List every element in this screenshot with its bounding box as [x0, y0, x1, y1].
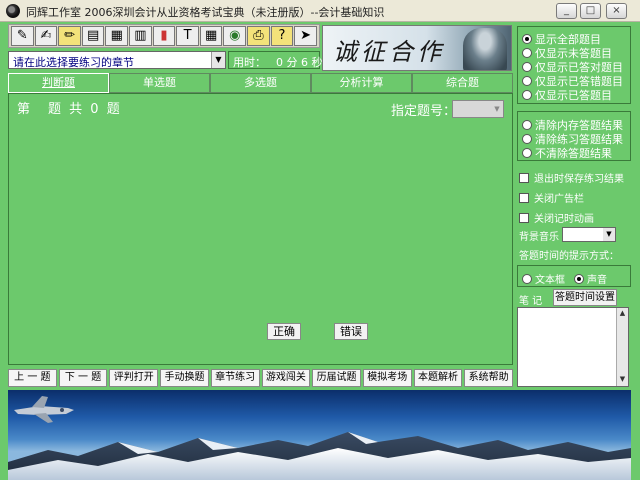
title-bar: 同辉工作室 2006深圳会计从业资格考试宝典（未注册版）--会计基础知识 _ □…: [0, 0, 640, 22]
question-middle: 题 共: [48, 102, 85, 117]
close-button[interactable]: ×: [606, 3, 627, 19]
chevron-down-icon[interactable]: ▼: [211, 52, 225, 68]
save-on-exit-checkbox[interactable]: 退出时保存练习结果: [519, 170, 624, 185]
rock-image: [463, 28, 507, 70]
system-help-button[interactable]: 系统帮助: [464, 369, 514, 387]
tab-comprehensive[interactable]: 综合题: [412, 73, 513, 93]
promo-text: 诚征合作: [333, 38, 445, 66]
tab-multiple-choice[interactable]: 多选题: [210, 73, 311, 93]
hint-sound-option[interactable]: 声音: [574, 271, 607, 286]
promo-banner: 诚征合作: [322, 25, 512, 71]
print-icon[interactable]: ⎙: [247, 26, 270, 46]
explanation-button[interactable]: 本题解析: [413, 369, 463, 387]
jet-icon: [14, 396, 74, 423]
radio[interactable]: [522, 48, 532, 58]
table-icon[interactable]: ▦: [199, 26, 223, 46]
radio-selected[interactable]: [522, 34, 532, 44]
toolbar: ✎ ✍ ✏ ▤ ▦ ▥ ▮ T ▦ ◉ ⎙ ? ➤: [8, 24, 320, 48]
radio-selected[interactable]: [574, 273, 584, 284]
chapter-select[interactable]: 请在此选择要练习的章节 ▼: [8, 51, 226, 69]
question-count: 0: [90, 102, 101, 117]
past-exams-button[interactable]: 历届试题: [312, 369, 361, 387]
tab-analysis[interactable]: 分析计算: [311, 73, 412, 93]
assign-number-select[interactable]: ▼: [452, 100, 504, 118]
note-scrollbar[interactable]: ▲ ▼: [616, 308, 628, 386]
chevron-down-icon[interactable]: ▼: [491, 101, 503, 117]
checkbox[interactable]: [519, 212, 529, 223]
help-icon[interactable]: ?: [270, 26, 294, 46]
question-type-tabs: 判断题 单选题 多选题 分析计算 综合题: [8, 73, 513, 93]
music-select[interactable]: ▼: [562, 227, 616, 242]
game-mode-button[interactable]: 游戏闯关: [261, 369, 311, 387]
clear-group: 清除内存答题结果 清除练习答题结果 不清除答题结果: [517, 111, 631, 161]
music-label: 背景音乐: [519, 232, 559, 243]
correct-button[interactable]: 正确: [267, 323, 301, 340]
manual-switch-button[interactable]: 手动换题: [160, 369, 209, 387]
bottom-nav: 上 一 题 下 一 题 评判打开 手动换题 章节练习 游戏闯关 历届试题 模拟考…: [8, 369, 514, 387]
app-icon[interactable]: [6, 4, 20, 18]
chapter-select-placeholder: 请在此选择要练习的章节: [13, 56, 134, 69]
radio[interactable]: [522, 148, 532, 158]
checkbox[interactable]: [519, 192, 529, 203]
filter-group: 显示全部题目 仅显示未答题目 仅显示已答对题目 仅显示已答错题目 仅显示已答题目: [517, 26, 631, 104]
exit-icon[interactable]: ➤: [294, 26, 317, 46]
edit-icon[interactable]: ✍: [34, 26, 58, 46]
chart-icon[interactable]: ▥: [129, 26, 152, 46]
close-ads-checkbox[interactable]: 关闭广告栏: [519, 190, 584, 205]
mock-exam-button[interactable]: 模拟考场: [362, 369, 412, 387]
tab-single-choice[interactable]: 单选题: [109, 73, 210, 93]
close-timer-anim-checkbox[interactable]: 关闭记时动画: [519, 210, 594, 225]
filter-option-answered[interactable]: 仅显示已答题目: [522, 87, 612, 103]
color-icon[interactable]: ▮: [152, 26, 176, 46]
scroll-down-icon[interactable]: ▼: [617, 374, 628, 385]
minimize-button[interactable]: _: [556, 3, 577, 19]
chevron-down-icon[interactable]: ▼: [603, 228, 615, 241]
scroll-up-icon[interactable]: ▲: [617, 308, 628, 319]
timer-value: 0 分 6 秒: [276, 56, 323, 69]
chapter-practice-button[interactable]: 章节练习: [210, 369, 260, 387]
radio[interactable]: [522, 76, 532, 86]
hint-method-label: 答题时间的提示方式：: [519, 251, 619, 262]
window-title: 同辉工作室 2006深圳会计从业资格考试宝典（未注册版）--会计基础知识: [26, 6, 385, 19]
radio[interactable]: [522, 90, 532, 100]
checkbox[interactable]: [519, 172, 529, 183]
radio[interactable]: [522, 62, 532, 72]
assign-number-label: 指定题号：: [391, 104, 457, 119]
hint-textbox-option[interactable]: 文本框: [522, 271, 565, 286]
question-suffix: 题: [106, 102, 122, 117]
tab-true-false[interactable]: 判断题: [8, 73, 109, 93]
books-icon[interactable]: ▤: [81, 26, 105, 46]
note-textarea[interactable]: ▲ ▼: [517, 307, 629, 387]
book-icon[interactable]: ▦: [105, 26, 129, 46]
maximize-button[interactable]: □: [580, 3, 601, 19]
note-label: 笔 记: [519, 296, 543, 307]
landscape-banner: [8, 390, 631, 480]
clear-option-none[interactable]: 不清除答题结果: [522, 145, 612, 161]
radio[interactable]: [522, 120, 532, 130]
pencil-icon[interactable]: ✏: [58, 26, 81, 46]
radio[interactable]: [522, 273, 532, 284]
timer-label: 用时：: [233, 56, 266, 69]
hint-method-group: 文本框 声音: [517, 265, 631, 287]
globe-icon[interactable]: ◉: [223, 26, 247, 46]
question-area: 第题 共 0 题 指定题号： ▼ 正确 错误: [8, 93, 513, 365]
timer: 用时： 0 分 6 秒: [228, 51, 323, 69]
landscape-illustration: [8, 396, 631, 480]
grading-toggle-button[interactable]: 评判打开: [109, 369, 159, 387]
prev-question-button[interactable]: 上 一 题: [8, 369, 57, 387]
pen-icon[interactable]: ✎: [11, 26, 34, 46]
text-icon[interactable]: T: [176, 26, 199, 46]
time-setting-button[interactable]: 答题时间设置: [553, 289, 617, 306]
radio[interactable]: [522, 134, 532, 144]
question-prefix: 第: [17, 102, 33, 117]
wrong-button[interactable]: 错误: [334, 323, 368, 340]
question-counter: 第题 共 0 题: [17, 98, 122, 117]
next-question-button[interactable]: 下 一 题: [58, 369, 108, 387]
